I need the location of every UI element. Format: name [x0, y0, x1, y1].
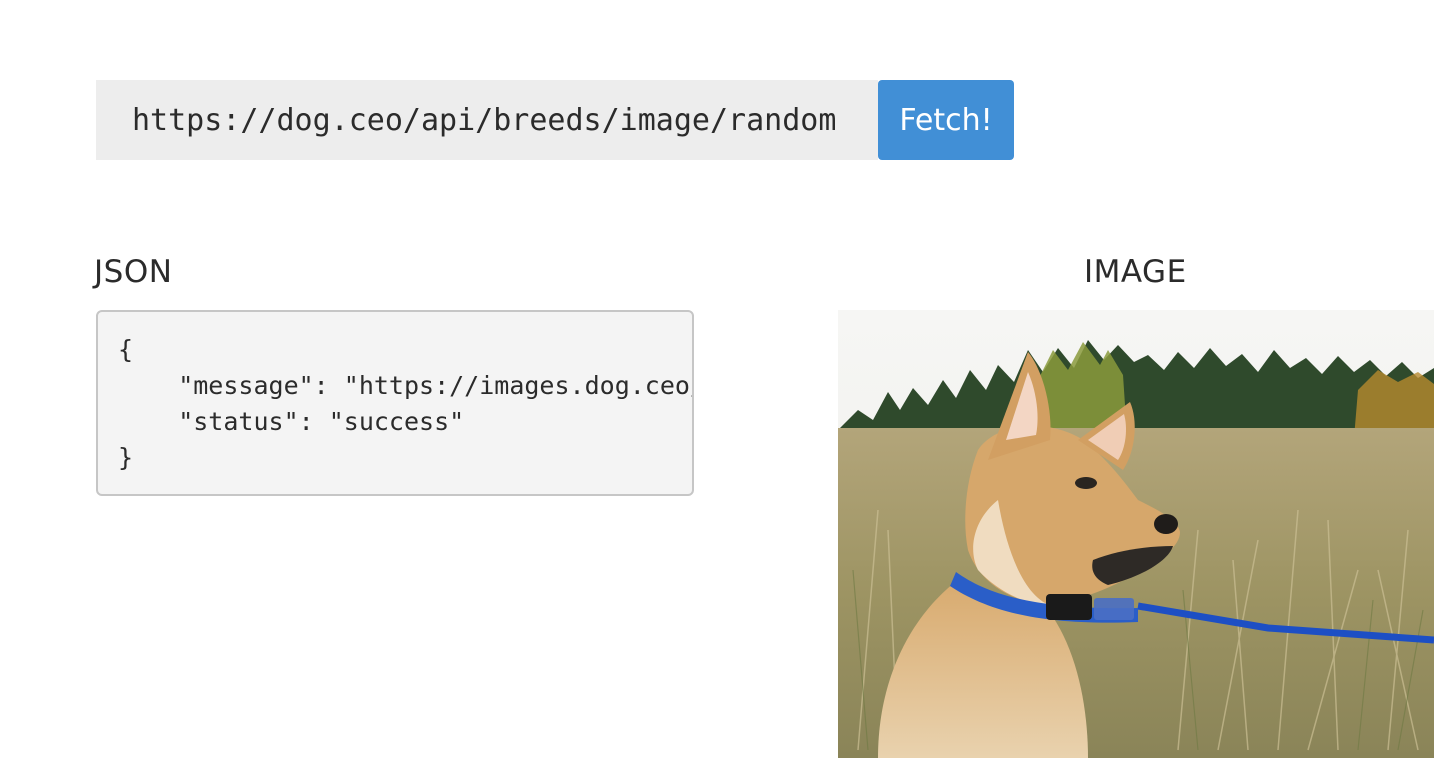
url-bar — [96, 80, 878, 160]
json-line-status: "status": "success" — [118, 407, 465, 436]
fetch-button[interactable]: Fetch! — [878, 80, 1014, 160]
json-response-box: { "message": "https://images.dog.ceo/bre… — [96, 310, 694, 496]
url-input[interactable] — [96, 80, 878, 160]
json-response-text: { "message": "https://images.dog.ceo/bre… — [98, 312, 692, 476]
json-heading: JSON — [94, 254, 173, 290]
json-line-message: "message": "https://images.dog.ceo/breed… — [178, 371, 694, 400]
json-line-open: { — [118, 335, 134, 364]
json-line-close: } — [118, 443, 134, 472]
image-heading: IMAGE — [1084, 254, 1187, 290]
dog-image — [838, 310, 1434, 758]
